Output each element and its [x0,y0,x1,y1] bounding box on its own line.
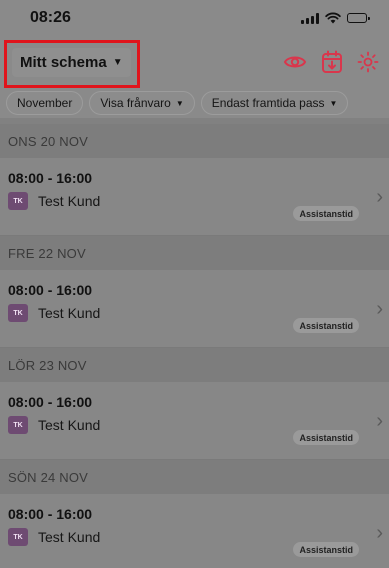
customer-avatar: TK [8,528,28,546]
caret-down-icon: ▼ [329,98,338,108]
customer-name: Test Kund [38,193,101,209]
shift-time: 08:00 - 16:00 [8,506,93,522]
customer-avatar: TK [8,304,28,322]
sun-icon[interactable] [357,51,379,73]
filter-month-label: November [17,96,73,110]
customer-avatar: TK [8,192,28,210]
chevron-right-icon: › [376,522,383,544]
filter-future-shifts-label: Endast framtida pass [211,96,325,110]
day-header: LÖR 23 NOV [0,348,389,382]
status-time: 08:26 [30,9,71,26]
shift-time: 08:00 - 16:00 [8,282,93,298]
customer-name: Test Kund [38,529,101,545]
filter-future-shifts[interactable]: Endast framtida pass ▼ [200,91,349,115]
customer-name: Test Kund [38,417,101,433]
chevron-right-icon: › [376,410,383,432]
filter-month[interactable]: November [6,91,84,115]
shift-type-badge: Assistanstid [293,430,359,445]
filter-show-absence-label: Visa frånvaro [100,96,171,110]
shift-type-badge: Assistanstid [293,318,359,333]
battery-icon [347,13,370,23]
filter-row: November Visa frånvaro ▼ Endast framtida… [0,88,389,118]
wifi-icon [325,12,341,24]
filter-show-absence[interactable]: Visa frånvaro ▼ [89,91,195,115]
status-icons [301,12,370,24]
page-title: Mitt schema [20,53,107,71]
caret-down-icon: ▼ [175,98,184,108]
day-header: SÖN 24 NOV [0,460,389,494]
header-actions [283,50,379,74]
customer-avatar: TK [8,416,28,434]
calendar-download-icon[interactable] [321,50,343,74]
shift-row[interactable]: 08:00 - 16:00 TK Test Kund Assistanstid … [0,494,389,568]
schedule-list: ONS 20 NOV 08:00 - 16:00 TK Test Kund As… [0,124,389,568]
cellular-signal-icon [301,12,319,24]
shift-type-badge: Assistanstid [293,206,359,221]
caret-down-icon: ▼ [112,56,123,68]
schedule-selector[interactable]: Mitt schema ▼ [4,39,140,88]
day-header: FRE 22 NOV [0,236,389,270]
chevron-right-icon: › [376,186,383,208]
status-bar: 08:26 [0,0,389,36]
day-header: ONS 20 NOV [0,124,389,158]
eye-icon[interactable] [283,50,307,74]
shift-time: 08:00 - 16:00 [8,394,93,410]
shift-row[interactable]: 08:00 - 16:00 TK Test Kund Assistanstid … [0,158,389,236]
customer-name: Test Kund [38,305,101,321]
shift-time: 08:00 - 16:00 [8,170,93,186]
shift-row[interactable]: 08:00 - 16:00 TK Test Kund Assistanstid … [0,382,389,460]
header: Mitt schema ▼ [0,36,389,88]
shift-type-badge: Assistanstid [293,542,359,557]
chevron-right-icon: › [376,298,383,320]
shift-row[interactable]: 08:00 - 16:00 TK Test Kund Assistanstid … [0,270,389,348]
